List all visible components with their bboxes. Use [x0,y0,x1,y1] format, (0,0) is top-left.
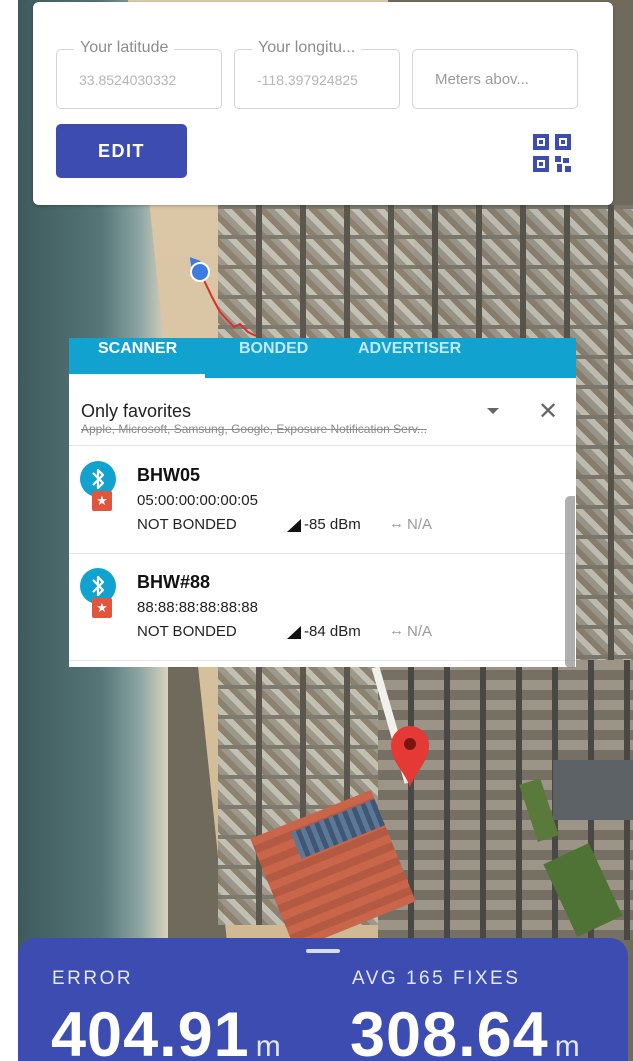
current-location-marker[interactable] [190,262,210,282]
close-icon[interactable]: ✕ [538,400,558,424]
device-mac: 05:00:00:00:00:05 [137,492,258,509]
error-unit: m [255,1030,282,1061]
device-name: BHW#88 [137,572,211,592]
avg-number: 308.64 [350,1000,549,1061]
avg-value: 308.64 m [350,999,581,1061]
coordinates-card: Your latitude 33.8524030332 Your longitu… [33,2,613,205]
device-rssi: -84 dBm [304,623,361,640]
sheet-drag-handle[interactable] [306,949,340,953]
device-rssi: -85 dBm [304,516,361,533]
device-row[interactable]: ★ BHW#88 88:88:88:88:88:88 NOT BONDED -8… [69,554,576,661]
parking-lot [553,760,633,820]
tab-scanner[interactable]: SCANNER [98,340,177,358]
device-interval: N/A [407,516,433,533]
qr-code-icon[interactable] [531,132,573,174]
signal-strength-icon [287,519,301,532]
filter-title: Only favorites [81,401,192,421]
avg-unit: m [554,1030,581,1061]
longitude-label: Your longitu... [252,39,362,57]
stats-bottom-sheet[interactable]: ERROR AVG 165 FIXES 404.91 m 308.64 m [18,938,628,1061]
tab-bonded[interactable]: BONDED [239,340,308,358]
device-bond-state: NOT BONDED [137,623,237,640]
favorite-star-icon: ★ [92,598,112,618]
favorite-star-icon: ★ [92,491,112,511]
error-label: ERROR [52,968,134,989]
scanner-tab-bar: SCANNER BONDED ADVERTISER [69,338,576,378]
longitude-field[interactable]: Your longitu... -118.397924825 [234,39,400,109]
signal-strength-icon [287,626,301,639]
scroll-handle[interactable] [565,496,575,668]
filter-subtitle: Apple, Microsoft, Samsung, Google, Expos… [81,422,427,436]
tab-advertiser[interactable]: ADVERTISER [358,340,461,358]
altitude-placeholder: Meters abov... [435,71,529,88]
device-interval: N/A [407,623,433,640]
interval-icon: ↔ [389,622,404,639]
device-name: BHW05 [137,465,201,485]
location-pin-icon[interactable] [389,724,431,788]
latitude-field[interactable]: Your latitude 33.8524030332 [56,39,222,109]
edit-button[interactable]: EDIT [56,124,187,178]
device-bond-state: NOT BONDED [137,516,237,533]
error-number: 404.91 [51,1000,250,1061]
latitude-label: Your latitude [74,39,175,57]
latitude-value: 33.8524030332 [79,72,177,88]
filter-row[interactable]: Only favorites Apple, Microsoft, Samsung… [69,378,576,446]
interval-icon: ↔ [389,515,404,532]
device-mac: 88:88:88:88:88:88 [137,599,258,616]
ble-scanner-panel: SCANNER BONDED ADVERTISER Only favorites… [69,338,576,667]
device-row[interactable]: ★ BHW05 05:00:00:00:00:05 NOT BONDED -85… [69,447,576,554]
avg-fixes-label: AVG 165 FIXES [352,968,521,989]
altitude-field[interactable]: Meters abov... [412,49,578,109]
dropdown-arrow-icon[interactable] [487,408,499,414]
longitude-value: -118.397924825 [257,72,358,88]
error-value: 404.91 m [51,999,282,1061]
